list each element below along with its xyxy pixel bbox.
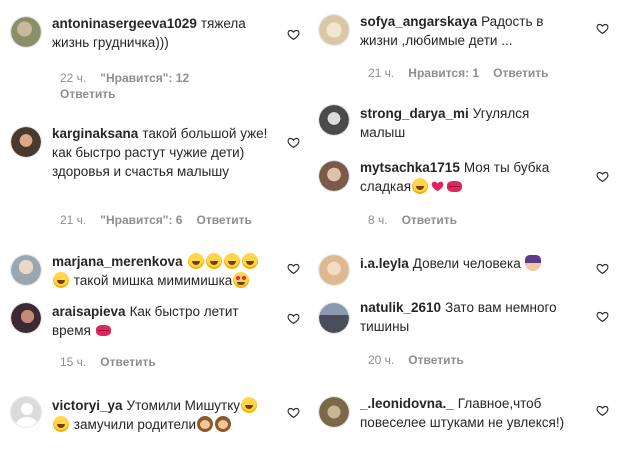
- woman-facepalm-emoji-icon: [525, 255, 542, 271]
- comment-text: i.a.leyla Довели человека: [360, 254, 578, 273]
- comment-username[interactable]: sofya_angarskaya: [360, 14, 477, 29]
- comment-likes[interactable]: "Нравится": 6: [100, 213, 182, 227]
- comment-meta: 15 ч. Ответить: [60, 354, 156, 370]
- see-no-evil-monkey-emoji-icon: [197, 416, 214, 432]
- reply-link[interactable]: Ответить: [493, 66, 548, 80]
- laughing-emoji-icon: [205, 253, 222, 269]
- comment-meta: 8 ч. Ответить: [368, 212, 457, 228]
- comment-meta: 21 ч. "Нравится": 6 Ответить: [60, 212, 252, 228]
- like-heart-icon[interactable]: [596, 262, 609, 275]
- comment-text: karginaksana такой большой уже! как быстр…: [52, 124, 270, 181]
- like-heart-icon[interactable]: [287, 312, 300, 325]
- reply-link[interactable]: Ответить: [100, 355, 155, 369]
- comment-body: Довели человека: [412, 256, 521, 271]
- laughing-emoji-icon: [241, 397, 258, 413]
- comment-text: mytsachka1715 Моя ты бубка сладкая: [360, 158, 578, 196]
- like-heart-icon[interactable]: [287, 136, 300, 149]
- comment-text: victoryi_ya Утомили Мишутку замучили роди…: [52, 396, 270, 434]
- comment-time: 8 ч.: [368, 213, 388, 227]
- reply-link[interactable]: Ответить: [60, 86, 203, 102]
- reply-link[interactable]: Ответить: [196, 213, 251, 227]
- like-heart-icon[interactable]: [287, 406, 300, 419]
- comment-username[interactable]: _.leonidovna._: [360, 396, 454, 411]
- like-heart-icon[interactable]: [596, 404, 609, 417]
- comment-meta: 22 ч. "Нравится": 12 Ответить: [60, 70, 203, 102]
- comment-time: 15 ч.: [60, 355, 87, 369]
- comment-body: такой мишка мимимишка: [73, 273, 233, 288]
- kiss-lips-emoji-icon: [95, 325, 111, 336]
- avatar[interactable]: [10, 16, 42, 48]
- like-heart-icon[interactable]: [596, 310, 609, 323]
- laughing-emoji-icon: [53, 272, 69, 288]
- like-heart-icon[interactable]: [287, 28, 300, 41]
- laughing-emoji-icon: [187, 253, 204, 269]
- comment-username[interactable]: i.a.leyla: [360, 256, 409, 271]
- avatar[interactable]: [318, 104, 350, 136]
- comment-time: 21 ч.: [368, 66, 395, 80]
- comment-username[interactable]: karginaksana: [52, 126, 138, 141]
- default-avatar-icon: [11, 397, 41, 427]
- reply-link[interactable]: Ответить: [402, 213, 457, 227]
- comment-username[interactable]: antoninasergeeva1029: [52, 16, 197, 31]
- comment-likes[interactable]: "Нравится": 12: [100, 71, 189, 85]
- laughing-emoji-icon: [223, 253, 240, 269]
- comment-text: strong_darya_mi Угулялся малыш: [360, 104, 578, 142]
- comment-text: natulik_2610 Зато вам немного тишины: [360, 298, 578, 336]
- comment-time: 22 ч.: [60, 71, 87, 85]
- comment-username[interactable]: victoryi_ya: [52, 398, 123, 413]
- comment-text: antoninasergeeva1029 тяжела жизнь груднич…: [52, 14, 270, 52]
- avatar[interactable]: [10, 396, 42, 428]
- comment-username[interactable]: marjana_merenkova: [52, 254, 183, 269]
- heart-eyes-emoji-icon: [233, 272, 250, 288]
- comment-text: araisapieva Как быстро летит время: [52, 302, 270, 340]
- avatar[interactable]: [10, 126, 42, 158]
- avatar[interactable]: [318, 302, 350, 334]
- comment-body-continued: замучили родители: [73, 417, 197, 432]
- kiss-lips-emoji-icon: [447, 181, 463, 192]
- comment-username[interactable]: strong_darya_mi: [360, 106, 469, 121]
- comment-time: 21 ч.: [60, 213, 87, 227]
- laughing-emoji-icon: [53, 416, 69, 432]
- comment-text: marjana_merenkova такой мишка мимимишка: [52, 252, 270, 290]
- comment-meta: 21 ч. Нравится: 1 Ответить: [368, 65, 549, 81]
- comment-likes[interactable]: Нравится: 1: [408, 66, 479, 80]
- like-heart-icon[interactable]: [596, 170, 609, 183]
- like-heart-icon[interactable]: [596, 22, 609, 35]
- like-heart-icon[interactable]: [287, 262, 300, 275]
- avatar[interactable]: [318, 160, 350, 192]
- avatar[interactable]: [10, 254, 42, 286]
- comment-username[interactable]: natulik_2610: [360, 300, 441, 315]
- comment-body: Утомили Мишутку: [126, 398, 241, 413]
- comment-username[interactable]: mytsachka1715: [360, 160, 460, 175]
- reply-link[interactable]: Ответить: [408, 353, 463, 367]
- see-no-evil-monkey-emoji-icon: [215, 416, 232, 432]
- comment-text: _.leonidovna._ Главное,чтоб повеселее шту…: [360, 394, 578, 432]
- laughing-emoji-icon: [412, 178, 429, 194]
- avatar[interactable]: [318, 396, 350, 428]
- avatar[interactable]: [10, 302, 42, 334]
- avatar[interactable]: [318, 254, 350, 286]
- comment-username[interactable]: araisapieva: [52, 304, 126, 319]
- heart-emoji-icon: [430, 179, 445, 193]
- comment-time: 20 ч.: [368, 353, 395, 367]
- comment-meta: 20 ч. Ответить: [368, 352, 464, 368]
- avatar[interactable]: [318, 14, 350, 46]
- laughing-emoji-icon: [241, 253, 258, 269]
- comment-text: sofya_angarskaya Радость в жизни ,любимые…: [360, 12, 578, 50]
